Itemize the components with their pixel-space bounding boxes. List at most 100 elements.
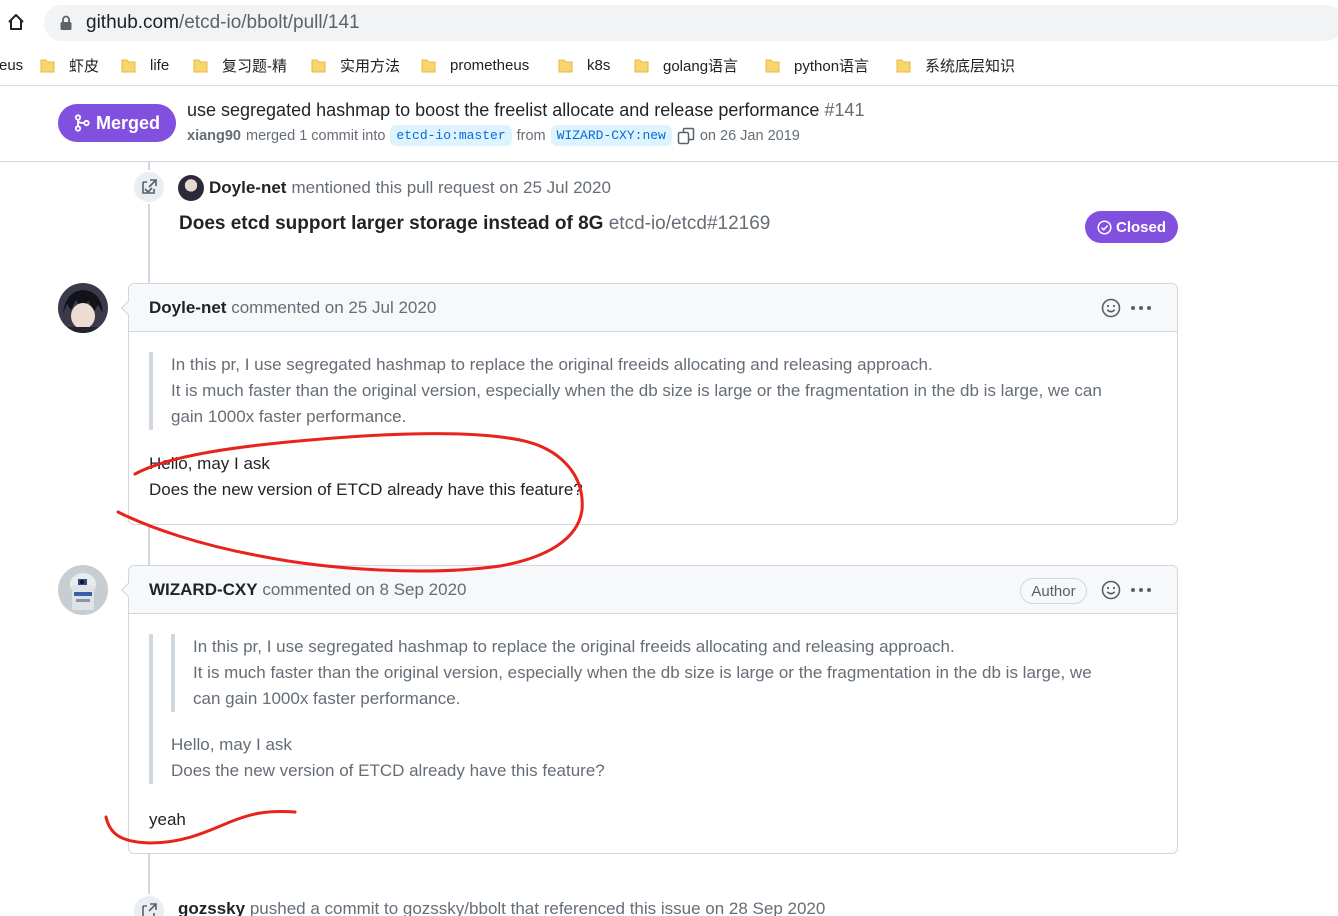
bookmark-system[interactable]: 系统底层知识 (896, 54, 1015, 76)
pr-title-text[interactable]: use segregated hashmap to boost the free… (187, 100, 819, 120)
folder-icon (193, 59, 208, 72)
bookmark-prometheus[interactable]: prometheus (421, 54, 529, 76)
bookmark-label: prometheus (450, 56, 530, 74)
folder-icon (765, 59, 780, 72)
nested-quote: In this pr, I use segregated hashmap to … (171, 634, 1159, 712)
pr-author[interactable]: xiang90 (187, 128, 241, 144)
quote-line: Does the new version of ETCD already hav… (171, 761, 605, 780)
lock-icon[interactable] (59, 15, 73, 31)
quote-line: In this pr, I use segregated hashmap to … (193, 637, 955, 656)
bookmark-label: golang语言 (663, 57, 739, 75)
quote-line: Hello, may I ask (171, 735, 292, 754)
merge-date: on 26 Jan 2019 (699, 127, 800, 144)
head-branch[interactable]: WIZARD-CXY:new (550, 125, 672, 146)
bookmark-methods[interactable]: 实用方法 (311, 54, 400, 76)
merged-label: Merged (95, 112, 160, 133)
url-text[interactable]: github.com/etcd-io/bbolt/pull/141 (86, 12, 360, 34)
bookmark-label: k8s (587, 56, 611, 74)
cross-reference-badge (132, 170, 166, 204)
avatar[interactable] (58, 565, 108, 615)
quoted-text: In this pr, I use segregated hashmap to … (149, 634, 1159, 784)
avatar[interactable] (178, 175, 204, 201)
quote-line: It is much faster than the original vers… (171, 381, 1102, 400)
folder-icon (634, 59, 649, 72)
mention-text: mentioned this pull request on 25 Jul 20… (291, 178, 611, 197)
quoted-reply: Hello, may I ask Does the new version of… (171, 732, 1159, 784)
comment-header: Doyle-net commented on 25 Jul 2020 (129, 284, 1177, 332)
cross-reference-icon (142, 179, 157, 194)
bookmark-label: life (150, 56, 170, 74)
bookmark-life[interactable]: life (121, 54, 169, 76)
smiley-icon[interactable] (1100, 297, 1122, 319)
bookmark-label: 系统底层知识 (925, 57, 1016, 75)
url-host: github.com (86, 12, 179, 33)
merged-text: merged 1 commit into (246, 127, 386, 144)
push-event-badge (132, 894, 166, 916)
quote-line: can gain 1000x faster performance. (193, 689, 461, 708)
comment-author[interactable]: WIZARD-CXY (149, 580, 258, 599)
mention-event: Doyle-net mentioned this pull request on… (178, 175, 611, 201)
bookmark-xiapi[interactable]: 虾皮 (40, 54, 99, 76)
comment-line: Does the new version of ETCD already hav… (149, 480, 583, 499)
bookmark-eus[interactable]: eus (0, 54, 23, 76)
pr-header: Merged use segregated hashmap to boost t… (0, 87, 1338, 162)
push-user[interactable]: gozssky (178, 899, 245, 916)
avatar-image (58, 565, 108, 615)
author-badge: Author (1020, 578, 1087, 604)
closed-status-badge: Closed (1085, 211, 1178, 243)
quote-line: It is much faster than the original vers… (193, 663, 1092, 682)
referenced-issue-id[interactable]: etcd-io/etcd#12169 (609, 213, 771, 234)
folder-icon (896, 59, 911, 72)
from-text: from (516, 127, 546, 144)
avatar[interactable] (58, 283, 108, 333)
bookmarks-bar: eus 虾皮 life 复习题-精 实用方法 prometheus k8s go… (0, 46, 1338, 86)
comment-byline: Doyle-net commented on 25 Jul 2020 (149, 298, 436, 318)
pr-meta: xiang90 merged 1 commit into etcd-io:mas… (187, 125, 800, 146)
address-bar[interactable]: github.com/etcd-io/bbolt/pull/141 (44, 5, 1338, 41)
push-event: gozssky pushed a commit to gozssky/bbolt… (178, 899, 825, 916)
quote-line: gain 1000x faster performance. (171, 407, 407, 426)
pr-title: use segregated hashmap to boost the free… (187, 100, 864, 121)
comment-action[interactable]: commented on 25 Jul 2020 (231, 298, 436, 317)
bookmark-label: python语言 (794, 57, 870, 75)
folder-icon (311, 59, 326, 72)
comment-line: Hello, may I ask (149, 454, 270, 473)
comment-action[interactable]: commented on 8 Sep 2020 (262, 580, 466, 599)
base-branch[interactable]: etcd-io:master (390, 125, 512, 146)
comment-doyle-net: Doyle-net commented on 25 Jul 2020 In th… (120, 283, 1178, 525)
folder-icon (40, 59, 55, 72)
closed-label: Closed (1115, 218, 1166, 236)
merged-status-badge: Merged (58, 104, 176, 142)
kebab-icon[interactable] (1129, 297, 1153, 319)
bookmark-label: 虾皮 (69, 57, 100, 75)
push-text: pushed a commit to gozssky/bbolt that re… (249, 899, 826, 916)
comment-text: yeah (149, 810, 186, 829)
bookmark-k8s[interactable]: k8s (558, 54, 610, 76)
referenced-issue-title[interactable]: Does etcd support larger storage instead… (179, 213, 603, 234)
bookmark-label: eus (0, 56, 24, 74)
bookmark-label: 复习题-精 (222, 57, 287, 75)
kebab-icon[interactable] (1129, 579, 1153, 601)
home-icon[interactable] (6, 12, 26, 32)
browser-toolbar: github.com/etcd-io/bbolt/pull/141 (0, 0, 1338, 46)
bookmark-golang[interactable]: golang语言 (634, 54, 738, 76)
comment-author[interactable]: Doyle-net (149, 298, 226, 317)
comment-wizard-cxy: WIZARD-CXY commented on 8 Sep 2020 Autho… (120, 565, 1178, 854)
mention-user[interactable]: Doyle-net (209, 178, 286, 198)
closed-check-icon (1097, 219, 1112, 235)
referenced-issue: Does etcd support larger storage instead… (179, 213, 770, 235)
pr-number: #141 (824, 100, 865, 120)
cross-reference-icon (142, 903, 157, 916)
bookmark-python[interactable]: python语言 (765, 54, 869, 76)
comment-byline: WIZARD-CXY commented on 8 Sep 2020 (149, 580, 467, 600)
quoted-text: In this pr, I use segregated hashmap to … (149, 352, 1159, 430)
smiley-icon[interactable] (1100, 579, 1122, 601)
comment-text: Hello, may I ask Does the new version of… (149, 451, 583, 503)
bookmark-label: 实用方法 (340, 57, 401, 75)
bookmark-review[interactable]: 复习题-精 (193, 54, 287, 76)
avatar-image (58, 283, 108, 333)
merge-icon (74, 114, 90, 132)
folder-icon (121, 59, 136, 72)
folder-icon (558, 59, 573, 72)
copy-icon[interactable] (677, 127, 695, 145)
